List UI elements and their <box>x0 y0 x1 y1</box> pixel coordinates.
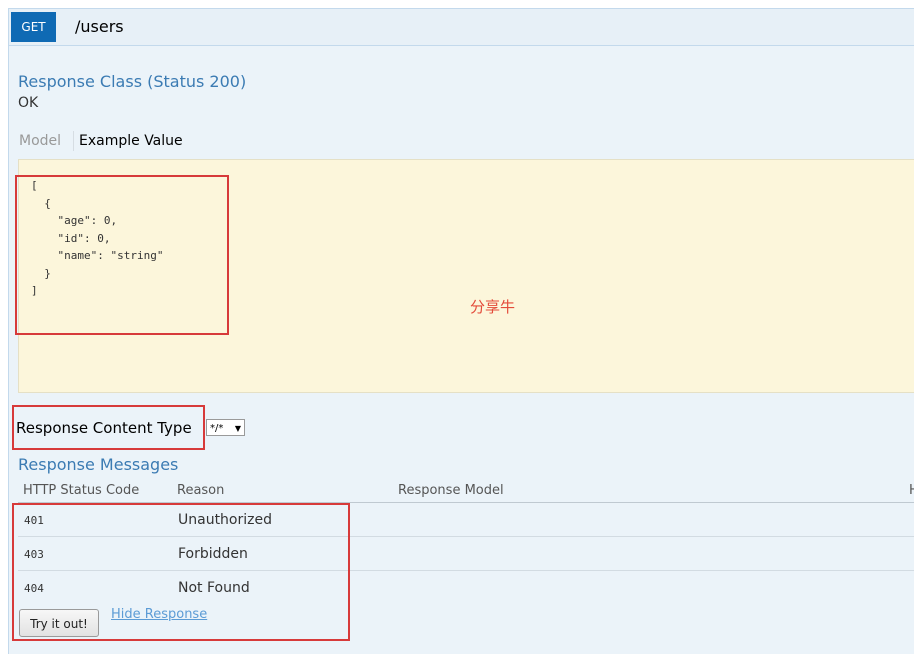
watermark-text: 分享牛 <box>470 298 516 316</box>
column-response-model: Response Model <box>398 483 504 498</box>
highlight-box-response-messages <box>12 503 350 641</box>
http-method-badge[interactable]: GET <box>11 12 56 42</box>
endpoint-path[interactable]: /users <box>75 13 124 41</box>
tab-example-value[interactable]: Example Value <box>79 133 183 149</box>
dropdown-arrow-icon: ▼ <box>234 424 241 433</box>
highlight-box-example-json <box>15 175 229 335</box>
content-type-select[interactable]: */* ▼ <box>206 419 245 436</box>
column-reason: Reason <box>177 483 225 498</box>
content-type-selected: */* <box>210 423 224 434</box>
column-headers: H <box>909 483 914 498</box>
response-messages-title: Response Messages <box>18 455 179 474</box>
operation-header[interactable]: GET /users <box>9 9 914 46</box>
response-status-text: OK <box>18 95 39 111</box>
response-class-title: Response Class (Status 200) <box>18 72 247 91</box>
tab-separator <box>73 131 74 151</box>
highlight-box-content-type <box>12 405 205 450</box>
column-status-code: HTTP Status Code <box>23 483 140 498</box>
tab-model[interactable]: Model <box>19 133 61 149</box>
